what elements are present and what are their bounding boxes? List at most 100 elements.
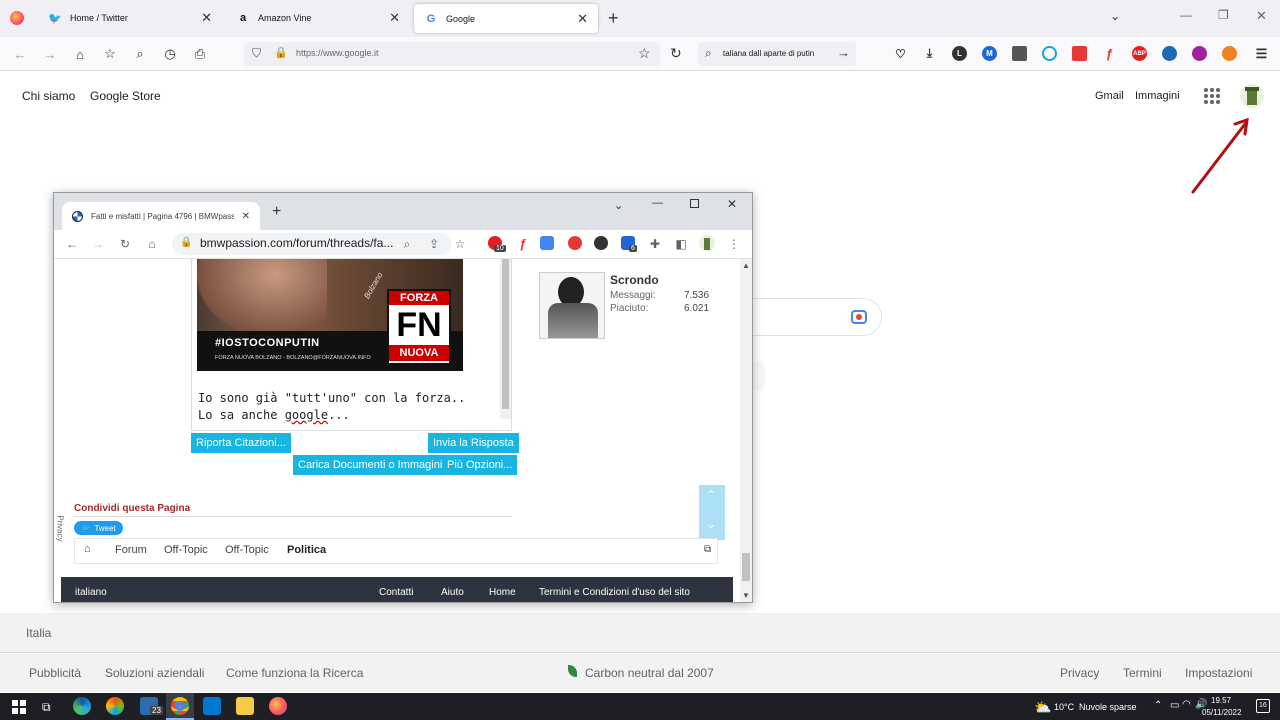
sitemap-icon[interactable]: ⧉ bbox=[704, 544, 711, 555]
slash-extension-icon[interactable] bbox=[1192, 46, 1207, 61]
chrome-window[interactable]: Fatti e misfatti | Pagina 4796 | BMWpass… bbox=[53, 192, 753, 603]
reply-editor[interactable] bbox=[191, 259, 512, 431]
chrome-forward-icon[interactable]: → bbox=[90, 236, 106, 252]
google-button-edge[interactable] bbox=[752, 362, 766, 390]
weather-cloud-icon[interactable]: ⛅ bbox=[1034, 699, 1051, 716]
download-icon[interactable]: ⤓ bbox=[922, 46, 937, 61]
menu-hamburger-icon[interactable]: ☰ bbox=[1254, 46, 1269, 61]
more-options-button[interactable]: Più Opzioni... bbox=[442, 455, 518, 475]
home-icon[interactable]: ⌂ bbox=[70, 44, 90, 64]
link-google-store[interactable]: Google Store bbox=[90, 89, 161, 103]
clock-time[interactable]: 19.57 bbox=[1211, 696, 1231, 705]
reader-icon[interactable] bbox=[1012, 46, 1027, 61]
notification-center-icon[interactable]: 16 bbox=[1256, 699, 1270, 713]
chrome-menu-icon[interactable]: ⋮ bbox=[726, 236, 742, 252]
clock-date[interactable]: 05/11/2022 bbox=[1202, 708, 1241, 717]
firefox-logo-icon[interactable] bbox=[10, 11, 24, 25]
file-explorer-icon[interactable] bbox=[236, 697, 254, 715]
pocket-save-icon[interactable]: ☆ bbox=[100, 44, 120, 64]
network-icon[interactable]: ▭ bbox=[1170, 700, 1179, 711]
breadcrumb-forum[interactable]: Forum bbox=[115, 544, 147, 556]
firefox-search-bar[interactable]: ⌕ taliana dall aparte di putin → bbox=[698, 42, 856, 66]
chrome-url-text[interactable]: bmwpassion.com/forum/threads/fa... bbox=[200, 236, 393, 250]
extensions-puzzle-icon[interactable]: ✚ bbox=[647, 236, 663, 252]
close-tab-icon[interactable]: ✕ bbox=[389, 10, 400, 26]
extension-l-icon[interactable]: L bbox=[952, 46, 967, 61]
chrome-profile-avatar[interactable] bbox=[699, 235, 715, 251]
bookmark-star-icon[interactable]: ☆ bbox=[452, 236, 468, 252]
lock-icon[interactable]: 🔒 bbox=[180, 237, 192, 248]
circle-extension-icon[interactable] bbox=[1042, 46, 1057, 61]
scroll-nav-buttons[interactable]: ⌃ ⌄ bbox=[699, 485, 725, 540]
close-tab-icon[interactable]: ✕ bbox=[242, 211, 250, 222]
shield-icon[interactable]: ⛉ bbox=[252, 46, 261, 61]
breadcrumb-off-topic-2[interactable]: Off-Topic bbox=[225, 544, 269, 556]
footer-link-home[interactable]: Home bbox=[489, 587, 516, 598]
link-soluzioni-aziendali[interactable]: Soluzioni aziendali bbox=[105, 666, 204, 680]
chrome-back-icon[interactable]: ← bbox=[64, 236, 80, 252]
link-impostazioni[interactable]: Impostazioni bbox=[1185, 666, 1252, 680]
chrome-new-tab-button[interactable]: + bbox=[272, 203, 281, 221]
outlook-icon[interactable] bbox=[203, 697, 221, 715]
malwarebytes-icon[interactable]: M bbox=[982, 46, 997, 61]
video-block-icon[interactable] bbox=[1072, 46, 1087, 61]
footer-link-termini[interactable]: Termini e Condizioni d'uso del sito bbox=[539, 587, 690, 598]
bookmark-star-icon[interactable]: ☆ bbox=[638, 45, 651, 62]
side-panel-icon[interactable]: ◧ bbox=[673, 236, 689, 252]
back-arrow-icon[interactable]: ← bbox=[10, 44, 30, 64]
chrome-reload-icon[interactable]: ↻ bbox=[117, 236, 133, 252]
adblock-plus-icon[interactable]: ABP bbox=[1132, 46, 1147, 61]
page-scrollbar[interactable]: ▲ ▼ bbox=[740, 259, 752, 602]
breadcrumb-off-topic[interactable]: Off-Topic bbox=[164, 544, 208, 556]
scroll-down-arrow-icon[interactable]: ▼ bbox=[742, 591, 750, 600]
close-window-button[interactable]: ✕ bbox=[1256, 8, 1267, 24]
editor-text-line2[interactable]: Lo sa anche google... bbox=[198, 408, 350, 422]
firefox-taskbar-icon[interactable] bbox=[269, 697, 287, 715]
user-avatar[interactable] bbox=[539, 272, 605, 339]
go-arrow-icon[interactable]: → bbox=[837, 45, 850, 60]
breadcrumb-politica[interactable]: Politica bbox=[287, 544, 326, 556]
account-avatar[interactable] bbox=[1240, 84, 1264, 108]
forward-arrow-icon[interactable]: → bbox=[40, 44, 60, 64]
search-icon[interactable]: ⌕ bbox=[130, 44, 150, 64]
tweet-button[interactable]: 🐦 Tweet bbox=[74, 521, 123, 535]
privacy-side-badge[interactable]: Privacy bbox=[54, 507, 66, 549]
chrome-tab-bmwpassion[interactable]: Fatti e misfatti | Pagina 4796 | BMWpass… bbox=[62, 202, 260, 230]
chrome-taskbar-icon[interactable] bbox=[171, 697, 189, 715]
link-gmail[interactable]: Gmail bbox=[1095, 90, 1124, 102]
close-tab-icon[interactable]: ✕ bbox=[201, 10, 212, 26]
pocket-icon[interactable]: ♡ bbox=[893, 46, 908, 61]
editor-text-line1[interactable]: Io sono già "tutt'uno" con la forza.. bbox=[198, 391, 465, 405]
language-selector[interactable]: italiano bbox=[75, 587, 107, 598]
link-pubblicita[interactable]: Pubblicità bbox=[29, 666, 81, 680]
chrome-minimize-button[interactable]: — bbox=[652, 197, 663, 209]
chrome-tab-search-icon[interactable]: ⌄ bbox=[614, 199, 623, 212]
print-icon[interactable]: ⎙ bbox=[190, 44, 210, 64]
reload-icon[interactable]: ↻ bbox=[670, 45, 682, 62]
tab-twitter[interactable]: 🐦 Home / Twitter ✕ bbox=[38, 0, 222, 36]
puzzle-extension-icon[interactable] bbox=[1162, 46, 1177, 61]
new-tab-button[interactable]: + bbox=[608, 8, 619, 29]
scroll-down-icon[interactable]: ⌄ bbox=[706, 517, 716, 531]
post-reply-button[interactable]: Invia la Risposta bbox=[428, 433, 519, 453]
restore-button[interactable]: ❐ bbox=[1218, 8, 1229, 22]
lock-icon[interactable]: 🔒 bbox=[274, 46, 288, 59]
edge-icon[interactable] bbox=[73, 697, 91, 715]
chrome-close-button[interactable]: ✕ bbox=[727, 197, 737, 211]
weather-desc[interactable]: Nuvole sparse bbox=[1079, 702, 1137, 712]
close-tab-icon[interactable]: ✕ bbox=[577, 11, 588, 27]
basketball-icon[interactable] bbox=[1222, 46, 1237, 61]
film-reel-icon[interactable] bbox=[594, 236, 608, 250]
carbon-neutral-label[interactable]: Carbon neutral dal 2007 bbox=[585, 666, 714, 680]
paint-icon[interactable] bbox=[106, 697, 124, 715]
google-apps-grid-icon[interactable] bbox=[1204, 88, 1220, 104]
flash-extension-icon[interactable]: ƒ bbox=[516, 236, 530, 251]
scroll-up-icon[interactable]: ⌃ bbox=[706, 488, 716, 502]
upload-files-button[interactable]: Carica Documenti o Immagini bbox=[293, 455, 448, 475]
zoom-icon[interactable]: ⌕ bbox=[399, 236, 415, 252]
scroll-up-arrow-icon[interactable]: ▲ bbox=[742, 261, 750, 270]
minimize-button[interactable]: — bbox=[1180, 8, 1192, 22]
footer-link-contatti[interactable]: Contatti bbox=[379, 587, 413, 598]
list-tabs-chevron-icon[interactable]: ⌄ bbox=[1110, 9, 1120, 23]
link-chi-siamo[interactable]: Chi siamo bbox=[22, 89, 75, 103]
